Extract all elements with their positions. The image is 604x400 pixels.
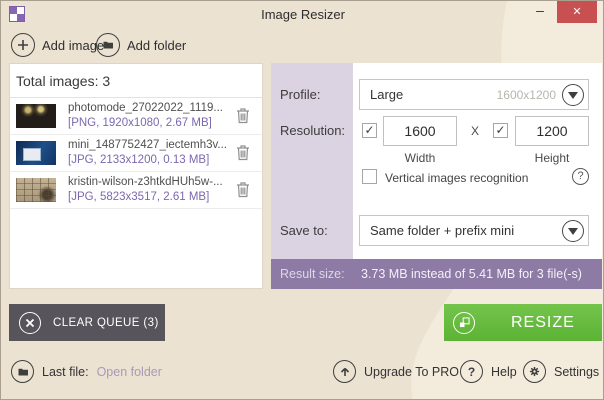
file-name-3: kristin-wilson-z3htkdHUh5w-... bbox=[68, 176, 223, 188]
up-arrow-icon bbox=[333, 360, 356, 383]
settings-label: Settings bbox=[554, 364, 600, 379]
queue-row-3[interactable]: kristin-wilson-z3htkdHUh5w-... [JPG, 582… bbox=[10, 172, 262, 209]
close-button[interactable]: ✕ bbox=[557, 1, 597, 23]
delete-icon[interactable] bbox=[236, 107, 250, 124]
resize-label: RESIZE bbox=[511, 313, 575, 331]
help-button[interactable]: ? Help bbox=[460, 360, 517, 383]
profile-dimensions: 1600x1200 bbox=[496, 87, 556, 102]
question-icon[interactable]: ? bbox=[572, 168, 589, 185]
upgrade-pro-label: Upgrade To PRO bbox=[364, 364, 459, 379]
total-images-header: Total images: 3 bbox=[10, 64, 262, 98]
thumbnail-3 bbox=[16, 178, 56, 202]
width-checkbox[interactable] bbox=[362, 123, 377, 138]
save-to-label: Save to: bbox=[280, 223, 328, 238]
save-to-dropdown[interactable]: Same folder + prefix mini bbox=[359, 215, 589, 246]
result-size-bar: Result size: 3.73 MB instead of 5.41 MB … bbox=[271, 259, 602, 289]
resize-settings-panel: Profile: Large 1600x1200 Resolution: X W… bbox=[271, 63, 602, 289]
vertical-recognition-checkbox[interactable] bbox=[362, 169, 377, 184]
height-input[interactable] bbox=[515, 116, 589, 146]
queue-row-2[interactable]: mini_1487752427_iectemh3v... [JPG, 2133x… bbox=[10, 135, 262, 172]
minimize-button[interactable]: – bbox=[527, 1, 553, 23]
add-folder-label: Add folder bbox=[127, 38, 187, 53]
delete-icon[interactable] bbox=[236, 144, 250, 161]
chevron-down-icon bbox=[562, 83, 584, 106]
resize-button[interactable]: RESIZE bbox=[444, 304, 602, 341]
x-circle-icon bbox=[19, 311, 41, 334]
profile-dropdown[interactable]: Large 1600x1200 bbox=[359, 79, 589, 110]
thumbnail-1 bbox=[16, 104, 56, 128]
thumbnail-2 bbox=[16, 141, 56, 165]
last-file-label: Last file: bbox=[42, 364, 89, 379]
result-size-label: Result size: bbox=[280, 267, 345, 281]
vertical-recognition-label: Vertical images recognition bbox=[385, 171, 529, 185]
window-title: Image Resizer bbox=[261, 7, 345, 22]
dimension-x-separator: X bbox=[471, 124, 480, 138]
question-icon: ? bbox=[460, 360, 483, 383]
profile-label: Profile: bbox=[280, 87, 321, 102]
plus-icon bbox=[11, 33, 35, 57]
last-file-group: Last file: Open folder bbox=[11, 360, 162, 383]
width-label: Width bbox=[404, 151, 436, 165]
width-input[interactable] bbox=[383, 116, 457, 146]
queue-row-1[interactable]: photomode_27022022_1119... [PNG, 1920x10… bbox=[10, 98, 262, 135]
clear-queue-button[interactable]: CLEAR QUEUE (3) bbox=[9, 304, 165, 341]
file-meta-2: [JPG, 2133x1200, 0.13 MB] bbox=[68, 154, 210, 166]
add-image-label: Add image bbox=[42, 38, 105, 53]
resize-icon bbox=[453, 311, 475, 334]
clear-queue-label: CLEAR QUEUE (3) bbox=[53, 316, 159, 329]
gear-icon bbox=[523, 360, 546, 383]
image-queue-panel: Total images: 3 photomode_27022022_1119.… bbox=[9, 63, 263, 289]
settings-button[interactable]: Settings bbox=[523, 360, 599, 383]
result-size-value: 3.73 MB instead of 5.41 MB for 3 file(-s… bbox=[361, 267, 582, 281]
folder-icon bbox=[96, 33, 120, 57]
height-label: Height bbox=[534, 151, 570, 165]
profile-value: Large bbox=[370, 87, 404, 102]
app-window: Image Resizer – ✕ Add image Add folder T… bbox=[0, 0, 604, 400]
file-name-1: photomode_27022022_1119... bbox=[68, 102, 223, 114]
add-folder-button[interactable]: Add folder bbox=[96, 33, 186, 57]
help-label: Help bbox=[491, 364, 517, 379]
resolution-label: Resolution: bbox=[280, 123, 346, 138]
title-bar: Image Resizer – ✕ bbox=[1, 1, 603, 29]
add-image-button[interactable]: Add image bbox=[11, 33, 104, 57]
save-to-value: Same folder + prefix mini bbox=[370, 223, 515, 238]
height-checkbox[interactable] bbox=[493, 123, 508, 138]
chevron-down-icon bbox=[562, 219, 584, 242]
open-folder-link[interactable]: Open folder bbox=[97, 365, 162, 379]
upgrade-pro-button[interactable]: Upgrade To PRO bbox=[333, 360, 459, 383]
folder-icon bbox=[11, 360, 34, 383]
delete-icon[interactable] bbox=[236, 181, 250, 198]
file-meta-3: [JPG, 5823x3517, 2.61 MB] bbox=[68, 191, 210, 203]
file-meta-1: [PNG, 1920x1080, 2.67 MB] bbox=[68, 117, 212, 129]
file-name-2: mini_1487752427_iectemh3v... bbox=[68, 139, 227, 151]
